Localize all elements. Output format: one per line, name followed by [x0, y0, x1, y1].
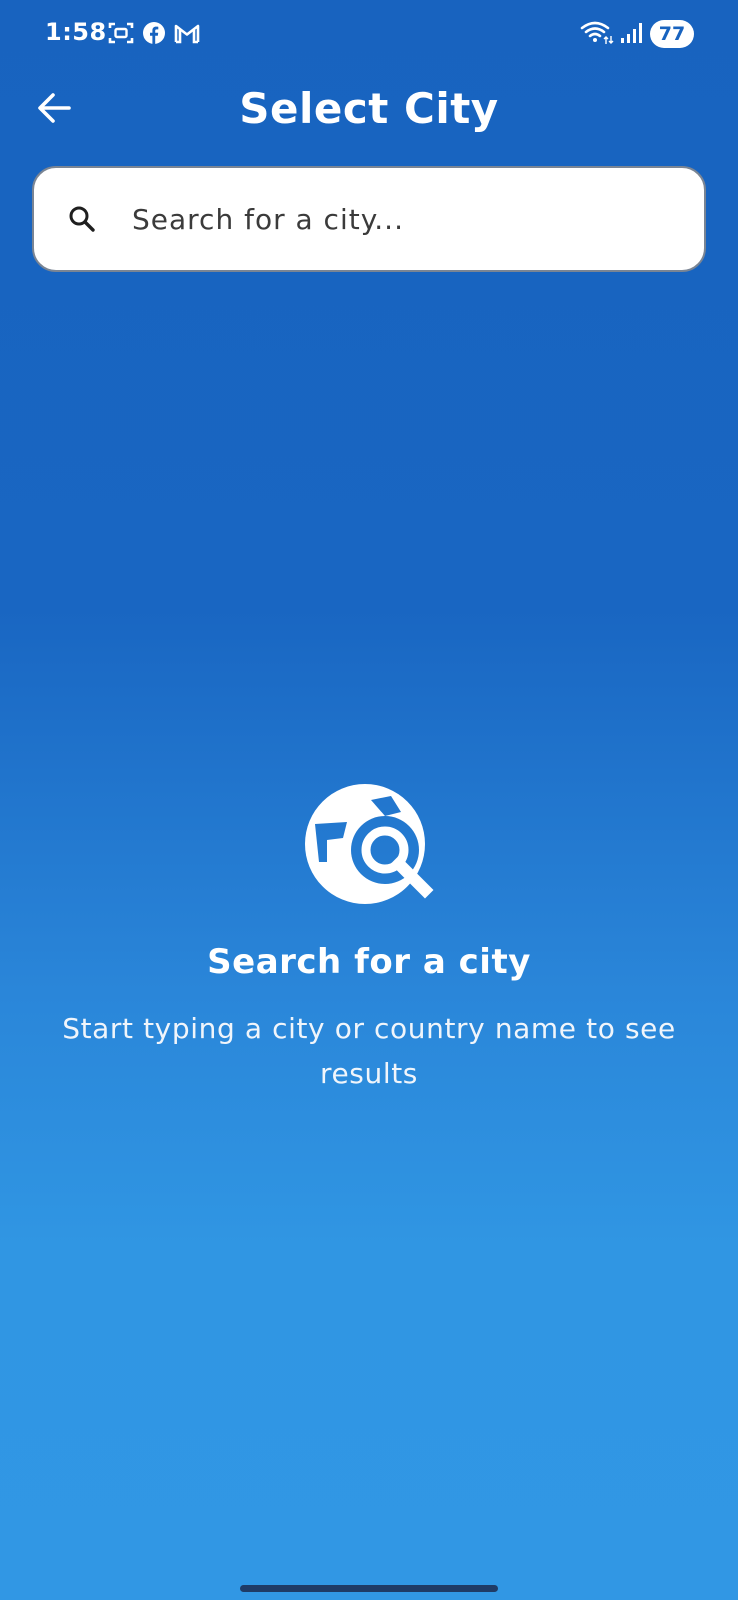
- city-search-input[interactable]: [124, 168, 704, 270]
- home-indicator[interactable]: [240, 1585, 498, 1592]
- empty-state: Search for a city Start typing a city or…: [0, 778, 738, 1096]
- status-bar: 1:58 77: [0, 0, 738, 70]
- page-title: Select City: [239, 84, 499, 133]
- search-icon: [34, 168, 124, 270]
- screenshot-icon: [108, 21, 134, 49]
- system-icons: 77: [580, 19, 694, 49]
- battery-indicator: 77: [650, 20, 694, 48]
- city-search-box[interactable]: [32, 166, 706, 272]
- notification-icons: [108, 21, 200, 49]
- empty-state-subtitle: Start typing a city or country name to s…: [62, 1012, 676, 1090]
- status-time: 1:58: [45, 18, 107, 46]
- gmail-icon: [174, 22, 200, 48]
- facebook-icon: [142, 21, 166, 49]
- empty-state-title: Search for a city: [207, 942, 531, 982]
- signal-icon: [620, 20, 644, 48]
- app-header: Select City: [0, 72, 738, 148]
- travel-explore-icon: [0, 778, 738, 914]
- wifi-icon: [580, 19, 614, 49]
